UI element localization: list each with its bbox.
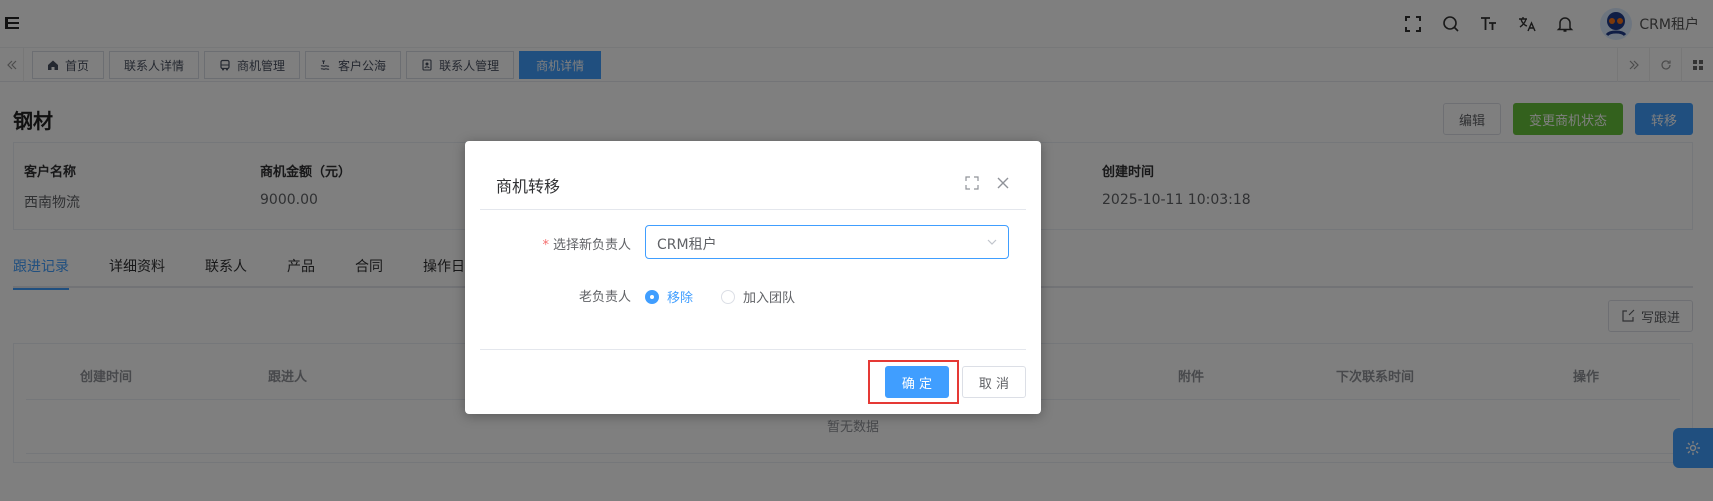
cancel-button[interactable]: 取 消 (962, 366, 1026, 398)
new-owner-label: * 选择新负责人 (542, 238, 631, 253)
dialog-footer: 确 定 取 消 (868, 360, 1026, 410)
new-owner-select[interactable]: CRM租户 (645, 225, 1009, 259)
confirm-highlight: 确 定 (868, 360, 959, 404)
confirm-button[interactable]: 确 定 (885, 366, 949, 398)
dialog-title: 商机转移 (496, 177, 561, 196)
old-owner-label: 老负责人 (578, 290, 631, 305)
radio-remove[interactable]: 移除 (645, 287, 693, 306)
maximize-icon[interactable] (964, 175, 980, 191)
transfer-dialog: 商机转移 * 选择新负责人 CRM租户 老负责人 移除 加入团队 确 定 取 消 (465, 141, 1041, 414)
radio-join-team[interactable]: 加入团队 (721, 287, 795, 306)
chevron-down-icon (987, 239, 997, 245)
close-icon[interactable] (995, 175, 1011, 191)
old-owner-radios: 移除 加入团队 (645, 287, 823, 306)
